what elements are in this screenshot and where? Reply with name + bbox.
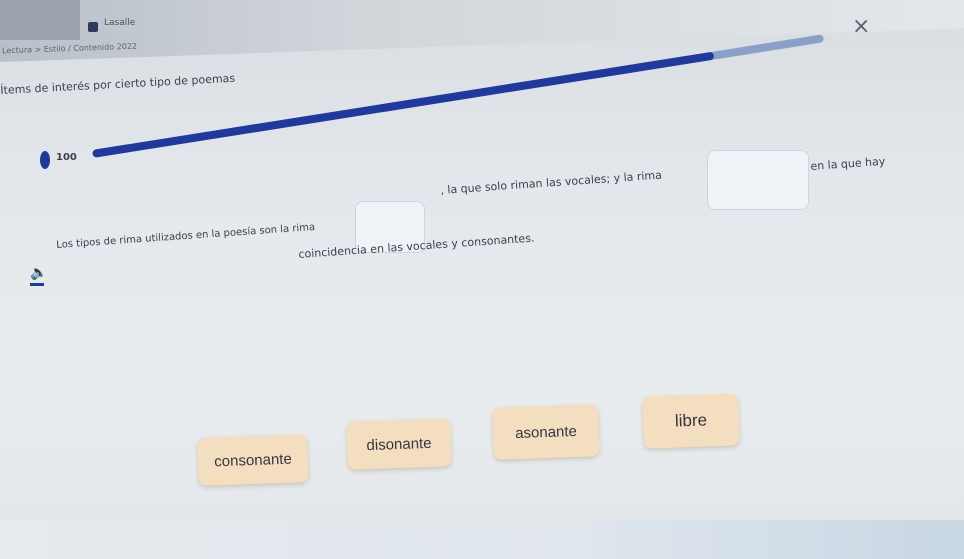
option-disonante[interactable]: disonante (346, 418, 452, 470)
option-asonante[interactable]: asonante (492, 404, 600, 460)
sentence-part-1: Los tipos de rima utilizados en la poesí… (56, 221, 316, 251)
app-name: Lasalle (104, 18, 136, 28)
points-value: 100 (56, 152, 77, 163)
bottom-strip (0, 520, 964, 559)
sentence-part-3: en la que hay (810, 154, 886, 173)
option-libre[interactable]: libre (642, 393, 740, 449)
app-icon (88, 22, 98, 32)
points-icon (40, 151, 50, 169)
sentence-part-2: , la que solo riman las vocales; y la ri… (440, 168, 663, 197)
activity-prompt: Ítems de interés por cierto tipo de poem… (0, 71, 236, 97)
speaker-icon[interactable]: 🔈 (30, 265, 47, 281)
progress-fill (92, 51, 715, 158)
blank-slot-2[interactable] (707, 150, 809, 210)
option-consonante[interactable]: consonante (197, 434, 309, 486)
top-bar (0, 0, 964, 62)
top-left-panel (0, 0, 80, 40)
close-icon[interactable]: × (852, 16, 870, 38)
speaker-underline (30, 283, 44, 286)
